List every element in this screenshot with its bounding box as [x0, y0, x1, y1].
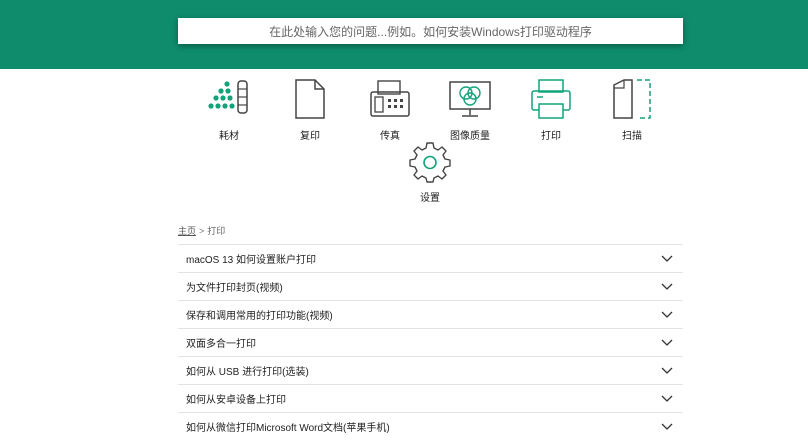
search-placeholder: 在此处输入您的问题...例如。如何安装Windows打印驱动程序: [269, 24, 592, 39]
faq-item-label: macOS 13 如何设置账户打印: [186, 255, 317, 266]
chevron-down-icon: [661, 367, 673, 374]
category-image-quality[interactable]: 图像质量: [440, 78, 500, 142]
chevron-down-icon: [661, 423, 673, 430]
category-supplies[interactable]: 耗材: [199, 78, 259, 142]
printer-icon: [531, 79, 571, 119]
breadcrumb-separator: >: [199, 226, 205, 236]
category-label: 耗材: [219, 131, 239, 142]
chevron-down-icon: [661, 395, 673, 402]
faq-item-label: 如何从微信打印Microsoft Word文档(苹果手机): [186, 423, 390, 434]
chevron-down-icon: [661, 339, 673, 346]
faq-item-label: 双面多合一打印: [186, 339, 256, 350]
category-scan[interactable]: 扫描: [602, 78, 662, 142]
faq-list: macOS 13 如何设置账户打印 为文件打印封页(视频) 保存和调用常用的打印…: [178, 244, 683, 440]
chevron-down-icon: [661, 311, 673, 318]
faq-item[interactable]: 如何从 USB 进行打印(选装): [178, 356, 683, 384]
category-settings[interactable]: 设置: [400, 140, 460, 204]
breadcrumb: 主页 > 打印: [178, 224, 225, 237]
faq-item-label: 如何从 USB 进行打印(选装): [186, 367, 309, 378]
breadcrumb-home-link[interactable]: 主页: [178, 226, 196, 236]
category-print[interactable]: 打印: [521, 78, 581, 142]
faq-item-label: 保存和调用常用的打印功能(视频): [186, 311, 333, 322]
breadcrumb-current: 打印: [207, 226, 226, 236]
category-label: 复印: [300, 131, 320, 142]
toner-dots-icon: [208, 80, 248, 114]
faq-item[interactable]: 为文件打印封页(视频): [178, 272, 683, 300]
category-label: 扫描: [622, 131, 642, 142]
chevron-down-icon: [661, 283, 673, 290]
faq-item-label: 如何从安卓设备上打印: [186, 395, 286, 406]
fax-icon: [370, 80, 410, 117]
search-input[interactable]: 在此处输入您的问题...例如。如何安装Windows打印驱动程序: [178, 18, 683, 44]
category-label: 设置: [420, 193, 440, 204]
monitor-color-icon: [449, 81, 491, 117]
faq-item[interactable]: 双面多合一打印: [178, 328, 683, 356]
faq-item[interactable]: 如何从安卓设备上打印: [178, 384, 683, 412]
faq-item[interactable]: 保存和调用常用的打印功能(视频): [178, 300, 683, 328]
document-icon: [295, 79, 325, 119]
chevron-down-icon: [661, 255, 673, 262]
category-copy[interactable]: 复印: [280, 78, 340, 142]
faq-item[interactable]: macOS 13 如何设置账户打印: [178, 244, 683, 272]
category-label: 打印: [541, 131, 561, 142]
scan-icon: [613, 79, 651, 119]
faq-item[interactable]: 如何从微信打印Microsoft Word文档(苹果手机): [178, 412, 683, 440]
category-fax[interactable]: 传真: [360, 78, 420, 142]
faq-item-label: 为文件打印封页(视频): [186, 283, 283, 294]
gear-icon: [409, 142, 451, 183]
